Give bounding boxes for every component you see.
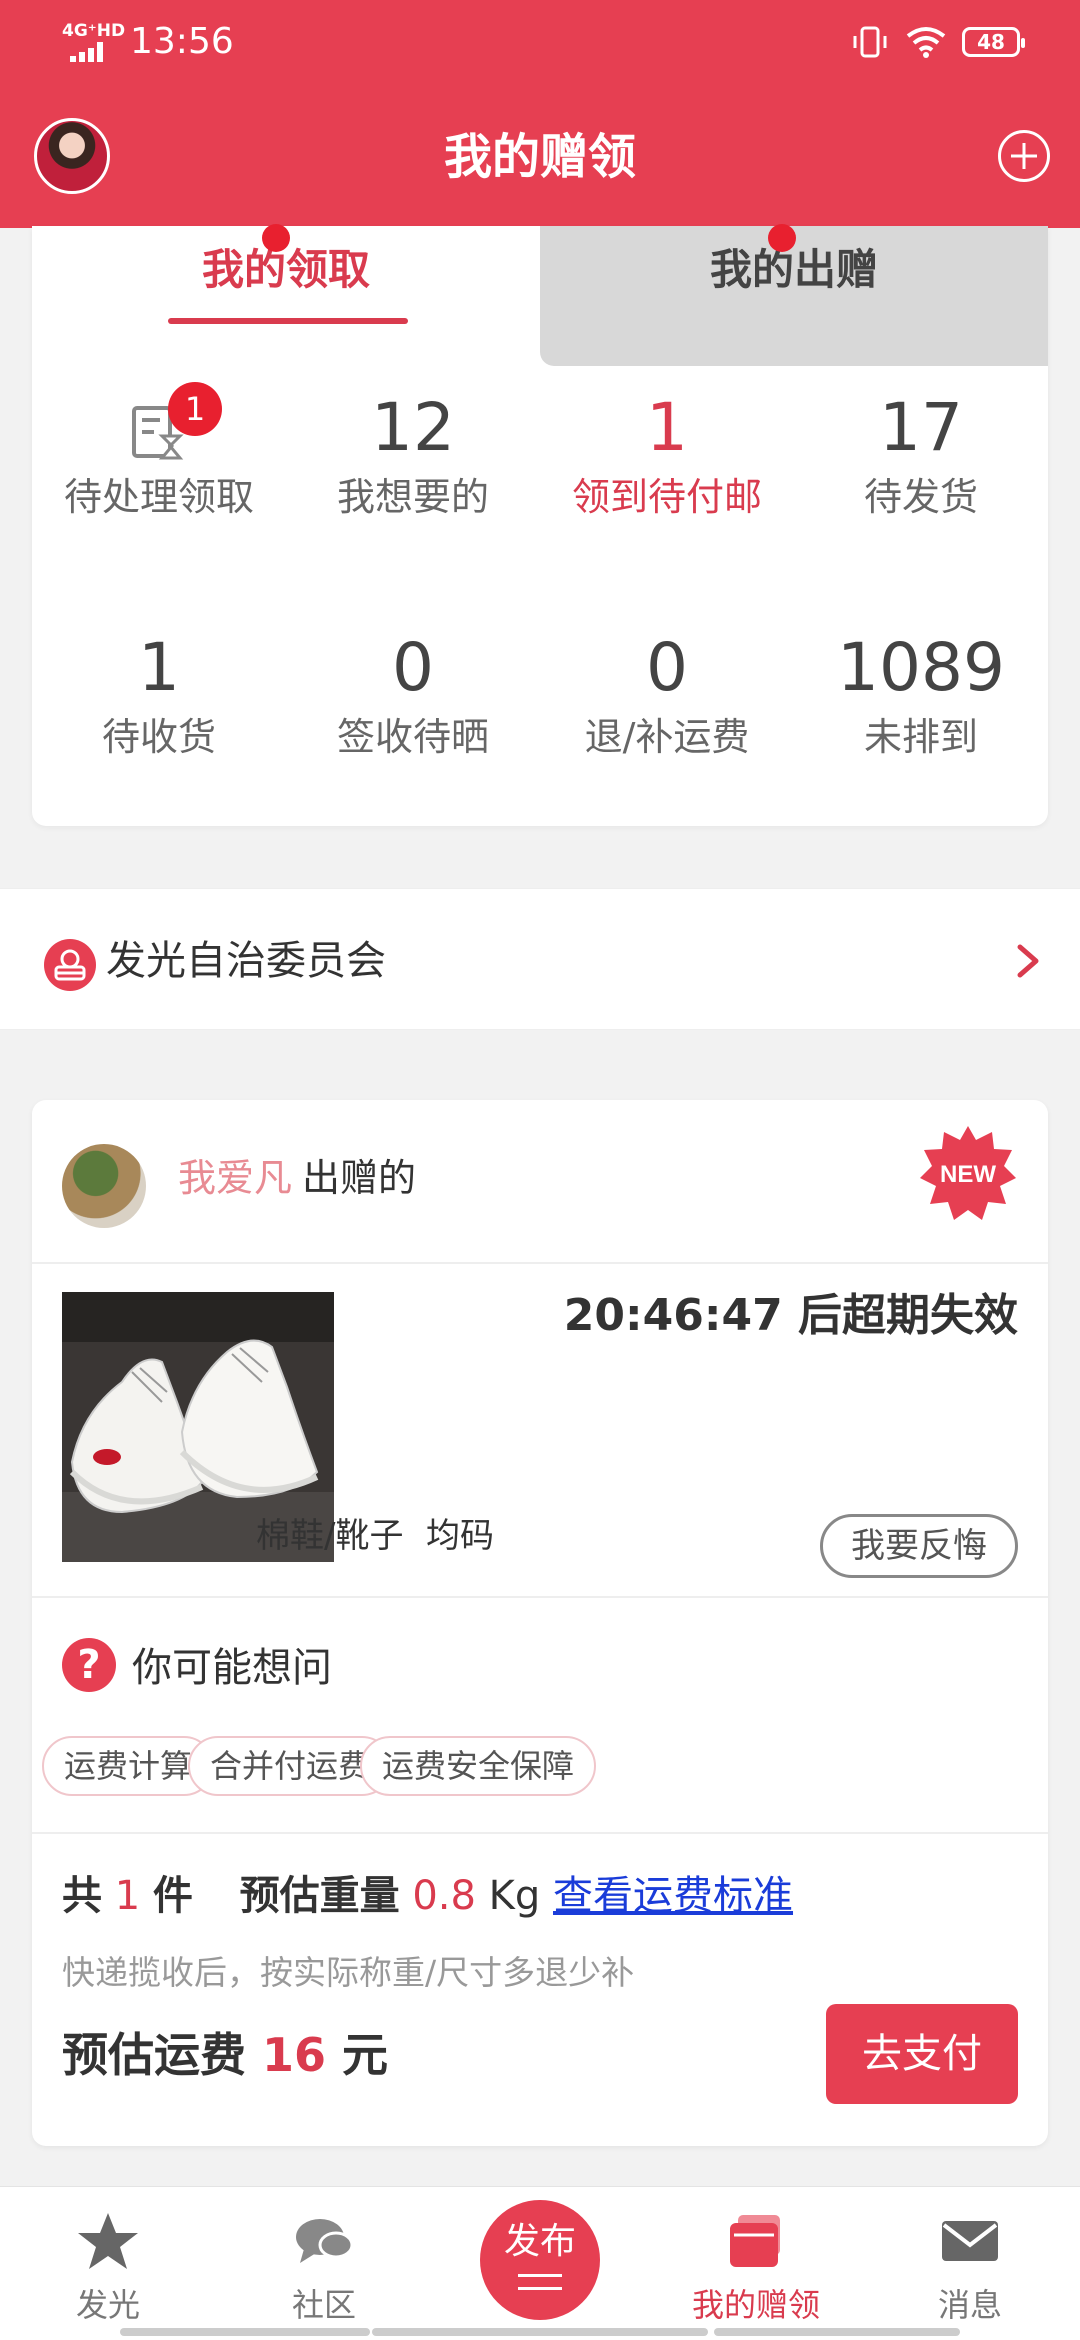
regret-button[interactable]: 我要反悔 (820, 1514, 1018, 1578)
stat-label: 待收货 (101, 715, 216, 759)
stat-value: 1 (138, 629, 180, 706)
stat-awaiting-postage[interactable]: 1 领到待付邮 (540, 388, 794, 522)
active-tab-indicator (168, 318, 408, 324)
stat-signed-to-share[interactable]: 0 签收待晒 (286, 628, 540, 762)
stat-label: 待发货 (863, 475, 978, 519)
weight-value: 0.8 (412, 1873, 476, 1919)
envelope-icon (942, 2221, 998, 2261)
committee-icon (44, 939, 96, 991)
nav-item-messages[interactable]: 消息 (880, 2187, 1060, 2340)
status-bar: 4G⁺HD 13:56 48 (0, 0, 1080, 84)
stat-label: 退/补运费 (584, 715, 750, 759)
stat-value: 0 (392, 629, 434, 706)
stat-value: 1 (646, 389, 688, 466)
divider (32, 1262, 1048, 1264)
shipping-standard-link[interactable]: 查看运费标准 (553, 1873, 793, 1919)
stat-label: 我想要的 (336, 475, 489, 519)
page-title: 我的赠领 (443, 129, 636, 185)
nav-label: 社区 (291, 2286, 356, 2324)
nav-label: 我的赠领 (691, 2286, 820, 2324)
tab-my-claims[interactable]: 我的领取 (32, 224, 540, 366)
stat-label: 未排到 (863, 715, 978, 759)
giver-suffix: 出赠的 (302, 1156, 417, 1200)
signal-icon (70, 42, 106, 62)
stat-pending-claims[interactable]: 1 待处理领取 (32, 382, 286, 522)
committee-label: 发光自治委员会 (106, 938, 386, 984)
tab-my-gifts[interactable]: 我的出赠 (540, 224, 1048, 366)
question-icon: ? (62, 1638, 116, 1692)
status-time: 13:56 (130, 21, 234, 62)
stat-label: 签收待晒 (336, 715, 489, 759)
faq-chip-shipping-guarantee[interactable]: 运费安全保障 (360, 1736, 597, 1796)
gift-card: 我爱凡 出赠的 NEW 20:46:47 后超期失效 棉鞋/靴子 均码 我要反悔 … (32, 1100, 1048, 2146)
item-count: 1 (114, 1873, 141, 1919)
stat-label: 待处理领取 (63, 475, 254, 519)
battery-indicator: 48 (962, 27, 1025, 57)
count-unit: 件 (152, 1873, 193, 1919)
committee-row[interactable]: 发光自治委员会 (0, 888, 1080, 1030)
weight-unit: Kg (488, 1873, 541, 1919)
divider (32, 1596, 1048, 1598)
notification-dot (262, 224, 290, 252)
vibrate-icon (853, 26, 887, 58)
chat-bubble-icon (296, 2219, 354, 2263)
wifi-icon (906, 27, 946, 58)
star-icon (78, 2213, 138, 2269)
giver-avatar[interactable] (62, 1144, 146, 1228)
tab-label: 我的出赠 (709, 245, 878, 294)
new-badge: NEW (920, 1126, 1016, 1220)
stat-value: 12 (371, 389, 455, 466)
home-indicator (120, 2328, 370, 2336)
chevron-right-icon (1017, 944, 1039, 978)
nav-label: 发光 (75, 2286, 140, 2324)
shipping-note: 快递揽收后，按实际称重/尺寸多退少补 (62, 1953, 635, 1992)
stat-not-queued[interactable]: 1089 未排到 (794, 628, 1048, 762)
gift-cards-icon (730, 2215, 780, 2267)
nav-label: 消息 (937, 2286, 1002, 2324)
pending-count-badge: 1 (168, 382, 222, 436)
pay-button[interactable]: 去支付 (826, 2004, 1018, 2104)
publish-button[interactable]: 发布 (480, 2200, 600, 2320)
weight-label: 预估重量 (239, 1873, 400, 1919)
claims-card: 我的领取 我的出赠 1 待处理领取 12 我想要的 1 领到待付邮 17 待发货 (32, 224, 1048, 826)
stat-awaiting-receipt[interactable]: 1 待收货 (32, 628, 286, 762)
stat-value: 1089 (837, 629, 1005, 706)
item-size: 均码 (426, 1516, 494, 1556)
stat-postage-refund[interactable]: 0 退/补运费 (540, 628, 794, 762)
nav-item-community[interactable]: 社区 (234, 2187, 414, 2340)
publish-label: 发布 (503, 2221, 576, 2262)
shipping-summary: 共 1 件 预估重量 0.8 Kg 查看运费标准 (62, 1868, 793, 1924)
app-header: 4G⁺HD 13:56 48 我的赠领 (0, 0, 1080, 228)
stat-wanted[interactable]: 12 我想要的 (286, 388, 540, 522)
add-button[interactable] (998, 130, 1050, 182)
estimated-fee: 预估运费 16 元 (62, 2024, 388, 2086)
fee-unit: 元 (342, 2028, 389, 2082)
faq-title: 你可能想问 (132, 1645, 332, 1691)
fee-label: 预估运费 (62, 2028, 246, 2082)
home-indicator (372, 2328, 708, 2336)
expiry-countdown: 20:46:47 后超期失效 (563, 1290, 1018, 1341)
menu-lines-icon (518, 2274, 562, 2290)
network-indicator: 4G⁺HD (62, 21, 126, 41)
stat-value: 17 (879, 389, 963, 466)
new-badge-text: NEW (940, 1161, 996, 1188)
item-category: 棉鞋/靴子 (256, 1516, 404, 1556)
notification-dot (768, 224, 796, 252)
stat-value: 0 (646, 629, 688, 706)
stat-awaiting-shipment[interactable]: 17 待发货 (794, 388, 1048, 522)
stat-label: 领到待付邮 (571, 475, 762, 519)
nav-item-shine[interactable]: 发光 (18, 2187, 198, 2340)
tab-label: 我的领取 (201, 245, 370, 294)
giver-name[interactable]: 我爱凡 (178, 1156, 292, 1200)
home-indicator (714, 2328, 960, 2336)
nav-item-my-gifts[interactable]: 我的赠领 (666, 2187, 846, 2340)
fee-value: 16 (262, 2028, 327, 2082)
total-prefix: 共 (62, 1873, 102, 1919)
giver-line: 我爱凡 出赠的 (178, 1152, 416, 1204)
divider (32, 1832, 1048, 1834)
